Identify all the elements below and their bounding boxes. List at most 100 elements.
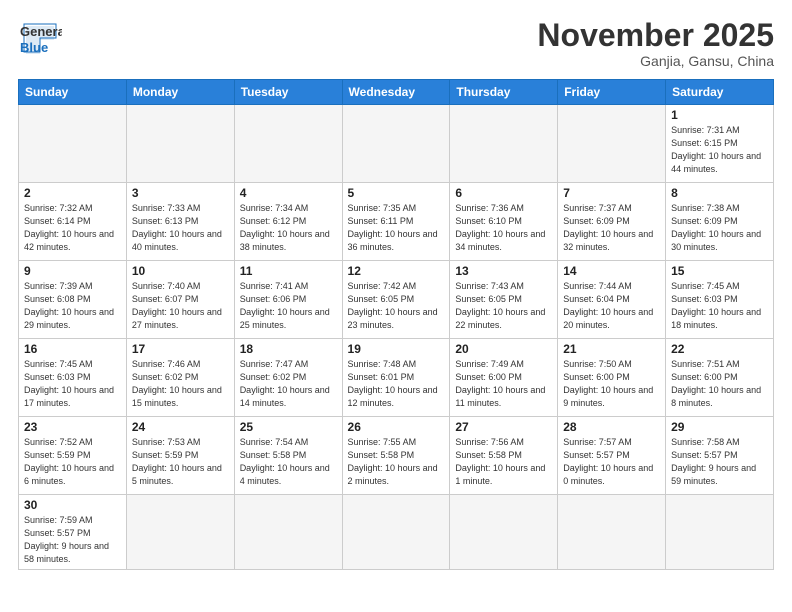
weekday-friday: Friday [558,80,666,105]
calendar-cell [450,105,558,183]
weekday-sunday: Sunday [19,80,127,105]
calendar-cell: 20 Sunrise: 7:49 AM Sunset: 6:00 PM Dayli… [450,339,558,417]
calendar-cell [342,495,450,570]
day-number: 19 [348,342,445,356]
calendar-cell: 28 Sunrise: 7:57 AM Sunset: 5:57 PM Dayli… [558,417,666,495]
day-number: 27 [455,420,552,434]
logo: General Blue [18,18,62,62]
day-info: Sunrise: 7:39 AM Sunset: 6:08 PM Dayligh… [24,280,121,332]
weekday-thursday: Thursday [450,80,558,105]
calendar-cell: 1Sunrise: 7:31 AM Sunset: 6:15 PM Daylig… [666,105,774,183]
day-number: 5 [348,186,445,200]
weekday-wednesday: Wednesday [342,80,450,105]
calendar-cell: 22 Sunrise: 7:51 AM Sunset: 6:00 PM Dayli… [666,339,774,417]
day-info: Sunrise: 7:34 AM Sunset: 6:12 PM Dayligh… [240,202,337,254]
calendar-cell [126,495,234,570]
day-number: 21 [563,342,660,356]
calendar-cell: 15 Sunrise: 7:45 AM Sunset: 6:03 PM Dayli… [666,261,774,339]
day-number: 4 [240,186,337,200]
week-row-3: 9 Sunrise: 7:39 AM Sunset: 6:08 PM Daylig… [19,261,774,339]
day-info: Sunrise: 7:55 AM Sunset: 5:58 PM Dayligh… [348,436,445,488]
calendar-cell: 11Sunrise: 7:41 AM Sunset: 6:06 PM Dayli… [234,261,342,339]
day-number: 17 [132,342,229,356]
day-info: Sunrise: 7:53 AM Sunset: 5:59 PM Dayligh… [132,436,229,488]
calendar-cell: 27Sunrise: 7:56 AM Sunset: 5:58 PM Dayli… [450,417,558,495]
calendar-cell: 24 Sunrise: 7:53 AM Sunset: 5:59 PM Dayli… [126,417,234,495]
day-info: Sunrise: 7:46 AM Sunset: 6:02 PM Dayligh… [132,358,229,410]
day-info: Sunrise: 7:42 AM Sunset: 6:05 PM Dayligh… [348,280,445,332]
day-info: Sunrise: 7:48 AM Sunset: 6:01 PM Dayligh… [348,358,445,410]
week-row-4: 16 Sunrise: 7:45 AM Sunset: 6:03 PM Dayli… [19,339,774,417]
day-number: 14 [563,264,660,278]
day-number: 18 [240,342,337,356]
calendar-cell [234,495,342,570]
day-info: Sunrise: 7:51 AM Sunset: 6:00 PM Dayligh… [671,358,768,410]
calendar-cell [558,495,666,570]
day-info: Sunrise: 7:45 AM Sunset: 6:03 PM Dayligh… [671,280,768,332]
day-info: Sunrise: 7:54 AM Sunset: 5:58 PM Dayligh… [240,436,337,488]
day-number: 2 [24,186,121,200]
calendar-cell: 29Sunrise: 7:58 AM Sunset: 5:57 PM Dayli… [666,417,774,495]
calendar-cell [666,495,774,570]
calendar-cell [19,105,127,183]
calendar-cell: 16 Sunrise: 7:45 AM Sunset: 6:03 PM Dayli… [19,339,127,417]
day-info: Sunrise: 7:43 AM Sunset: 6:05 PM Dayligh… [455,280,552,332]
location-subtitle: Ganjia, Gansu, China [537,53,774,69]
page: General Blue November 2025 Ganjia, Gansu… [0,0,792,612]
month-title: November 2025 [537,18,774,53]
calendar-cell: 8 Sunrise: 7:38 AM Sunset: 6:09 PM Daylig… [666,183,774,261]
title-block: November 2025 Ganjia, Gansu, China [537,18,774,69]
day-number: 12 [348,264,445,278]
svg-text:Blue: Blue [20,40,48,55]
calendar-cell [342,105,450,183]
week-row-1: 1Sunrise: 7:31 AM Sunset: 6:15 PM Daylig… [19,105,774,183]
calendar-cell: 23 Sunrise: 7:52 AM Sunset: 5:59 PM Dayli… [19,417,127,495]
day-info: Sunrise: 7:40 AM Sunset: 6:07 PM Dayligh… [132,280,229,332]
day-number: 9 [24,264,121,278]
day-info: Sunrise: 7:50 AM Sunset: 6:00 PM Dayligh… [563,358,660,410]
day-number: 10 [132,264,229,278]
day-info: Sunrise: 7:35 AM Sunset: 6:11 PM Dayligh… [348,202,445,254]
day-info: Sunrise: 7:49 AM Sunset: 6:00 PM Dayligh… [455,358,552,410]
day-number: 23 [24,420,121,434]
day-number: 24 [132,420,229,434]
day-number: 15 [671,264,768,278]
day-info: Sunrise: 7:32 AM Sunset: 6:14 PM Dayligh… [24,202,121,254]
day-info: Sunrise: 7:33 AM Sunset: 6:13 PM Dayligh… [132,202,229,254]
calendar-cell: 4 Sunrise: 7:34 AM Sunset: 6:12 PM Daylig… [234,183,342,261]
calendar-cell: 21 Sunrise: 7:50 AM Sunset: 6:00 PM Dayli… [558,339,666,417]
day-info: Sunrise: 7:58 AM Sunset: 5:57 PM Dayligh… [671,436,768,488]
day-number: 20 [455,342,552,356]
day-info: Sunrise: 7:38 AM Sunset: 6:09 PM Dayligh… [671,202,768,254]
calendar-cell: 5 Sunrise: 7:35 AM Sunset: 6:11 PM Daylig… [342,183,450,261]
calendar-cell: 25Sunrise: 7:54 AM Sunset: 5:58 PM Dayli… [234,417,342,495]
calendar-cell: 3Sunrise: 7:33 AM Sunset: 6:13 PM Daylig… [126,183,234,261]
day-info: Sunrise: 7:37 AM Sunset: 6:09 PM Dayligh… [563,202,660,254]
weekday-tuesday: Tuesday [234,80,342,105]
day-info: Sunrise: 7:57 AM Sunset: 5:57 PM Dayligh… [563,436,660,488]
calendar-cell [450,495,558,570]
day-info: Sunrise: 7:41 AM Sunset: 6:06 PM Dayligh… [240,280,337,332]
week-row-5: 23 Sunrise: 7:52 AM Sunset: 5:59 PM Dayli… [19,417,774,495]
day-info: Sunrise: 7:47 AM Sunset: 6:02 PM Dayligh… [240,358,337,410]
day-info: Sunrise: 7:59 AM Sunset: 5:57 PM Dayligh… [24,514,121,566]
day-info: Sunrise: 7:31 AM Sunset: 6:15 PM Dayligh… [671,124,768,176]
day-number: 8 [671,186,768,200]
calendar-cell: 2 Sunrise: 7:32 AM Sunset: 6:14 PM Daylig… [19,183,127,261]
day-info: Sunrise: 7:52 AM Sunset: 5:59 PM Dayligh… [24,436,121,488]
day-number: 16 [24,342,121,356]
day-number: 30 [24,498,121,512]
svg-text:General: General [20,24,62,39]
week-row-6: 30 Sunrise: 7:59 AM Sunset: 5:57 PM Dayli… [19,495,774,570]
calendar-cell: 6Sunrise: 7:36 AM Sunset: 6:10 PM Daylig… [450,183,558,261]
day-info: Sunrise: 7:45 AM Sunset: 6:03 PM Dayligh… [24,358,121,410]
weekday-header-row: SundayMondayTuesdayWednesdayThursdayFrid… [19,80,774,105]
day-number: 22 [671,342,768,356]
day-number: 6 [455,186,552,200]
weekday-monday: Monday [126,80,234,105]
calendar-cell: 18 Sunrise: 7:47 AM Sunset: 6:02 PM Dayli… [234,339,342,417]
day-number: 28 [563,420,660,434]
day-number: 13 [455,264,552,278]
calendar-cell: 26Sunrise: 7:55 AM Sunset: 5:58 PM Dayli… [342,417,450,495]
calendar-cell: 12 Sunrise: 7:42 AM Sunset: 6:05 PM Dayli… [342,261,450,339]
